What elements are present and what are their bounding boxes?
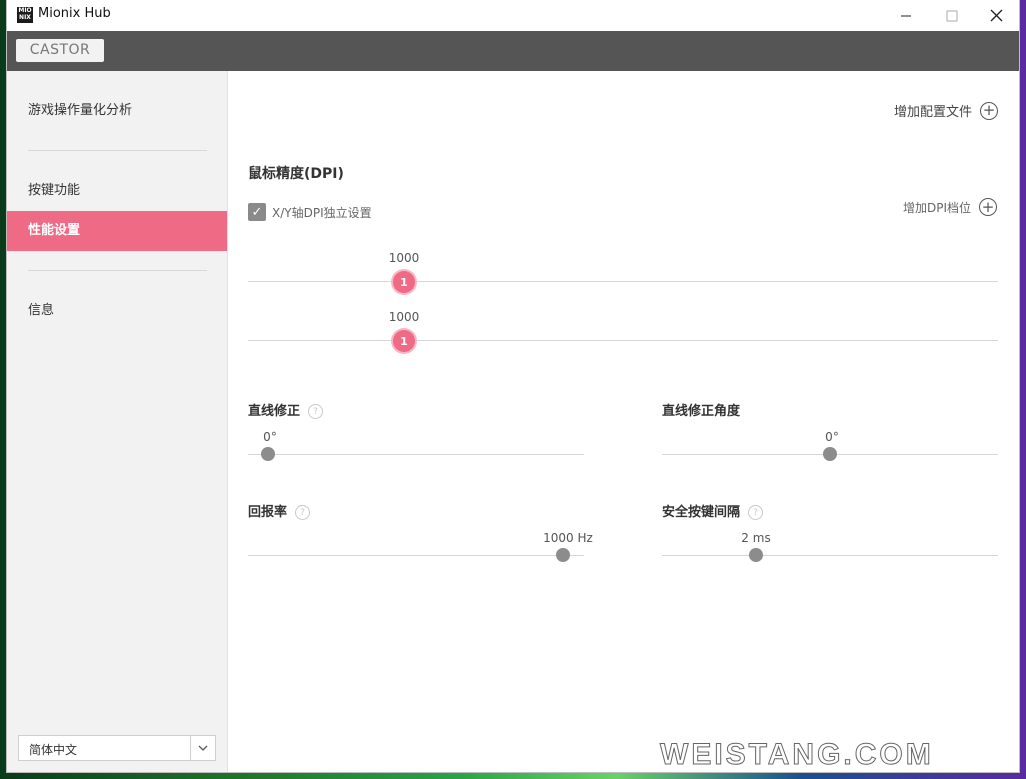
dpi-y-thumb[interactable]: 1 [393,330,415,352]
help-icon[interactable]: ? [295,505,311,520]
dpi-x-track[interactable] [248,281,998,282]
minimize-button[interactable] [883,0,929,31]
sidebar-item-game-analytics[interactable]: 游戏操作量化分析 [7,91,227,131]
dpi-x-thumb[interactable]: 1 [393,271,415,293]
debounce-value: 2 ms [741,531,771,545]
debounce-track[interactable] [662,555,998,556]
debounce-thumb[interactable] [749,548,763,562]
checkbox-checked-icon[interactable]: ✓ [248,203,266,221]
angle-snapping-angle-thumb[interactable] [823,447,837,461]
xy-dpi-checkbox-row[interactable]: ✓ X/Y轴DPI独立设置 [248,203,372,221]
debounce-title: 安全按键间隔? [662,501,764,520]
dpi-x-value: 1000 [388,251,420,265]
minimize-icon [901,15,911,16]
device-bar: CASTOR [7,31,1019,71]
title-bar: MIO NIX Mionix Hub [7,0,1019,31]
sidebar-item-info[interactable]: 信息 [7,291,227,331]
polling-rate-title: 回报率? [248,501,311,520]
device-tab-castor[interactable]: CASTOR [16,39,104,62]
plus-circle-icon: + [980,101,998,120]
watermark: WEISTANG.COM [660,738,934,772]
sidebar-item-performance[interactable]: 性能设置 [7,211,227,251]
app-logo: MIO NIX [17,7,33,23]
chevron-down-icon [190,736,215,760]
polling-rate-title-text: 回报率 [248,505,288,520]
angle-snapping-value: 0° [263,430,277,444]
angle-snapping-title: 直线修正? [248,400,324,419]
maximize-icon [946,10,958,21]
sidebar-divider [28,270,207,271]
polling-rate-track[interactable] [248,555,584,556]
angle-snapping-angle-value: 0° [825,430,839,444]
add-profile-button[interactable]: 增加配置文件 + [894,101,998,120]
close-button[interactable] [973,0,1019,31]
help-icon[interactable]: ? [308,404,324,419]
app-window: MIO NIX Mionix Hub CASTOR 游戏操作量化分析 按键功能 性… [7,0,1019,772]
angle-snapping-track[interactable] [248,454,584,455]
language-selected: 简体中文 [29,743,78,757]
add-profile-label: 增加配置文件 [893,105,972,120]
polling-rate-thumb[interactable] [556,548,570,562]
sidebar: 游戏操作量化分析 按键功能 性能设置 信息 简体中文 [7,71,228,772]
window-title: Mionix Hub [38,6,111,21]
dpi-title: 鼠标精度(DPI) [248,166,344,182]
maximize-button[interactable] [929,0,975,31]
close-icon [990,9,1002,22]
dpi-y-track[interactable] [248,340,998,341]
polling-rate-value: 1000 Hz [543,531,593,545]
add-dpi-level-button[interactable]: 增加DPI档位 + [903,198,997,216]
angle-snapping-angle-title: 直线修正角度 [662,404,741,419]
debounce-title-text: 安全按键间隔 [662,505,741,520]
add-dpi-level-label: 增加DPI档位 [902,200,971,215]
sidebar-divider [28,150,207,151]
main-panel: 增加配置文件 + 鼠标精度(DPI) ✓ X/Y轴DPI独立设置 增加DPI档位… [228,71,1019,772]
angle-snapping-title-text: 直线修正 [248,404,301,419]
language-select[interactable]: 简体中文 [18,735,216,761]
xy-dpi-checkbox-label: X/Y轴DPI独立设置 [272,205,372,220]
sidebar-item-button-functions[interactable]: 按键功能 [7,171,227,211]
plus-circle-icon: + [979,198,997,216]
angle-snapping-thumb[interactable] [261,447,275,461]
dpi-y-value: 1000 [388,310,420,324]
help-icon[interactable]: ? [748,505,764,520]
